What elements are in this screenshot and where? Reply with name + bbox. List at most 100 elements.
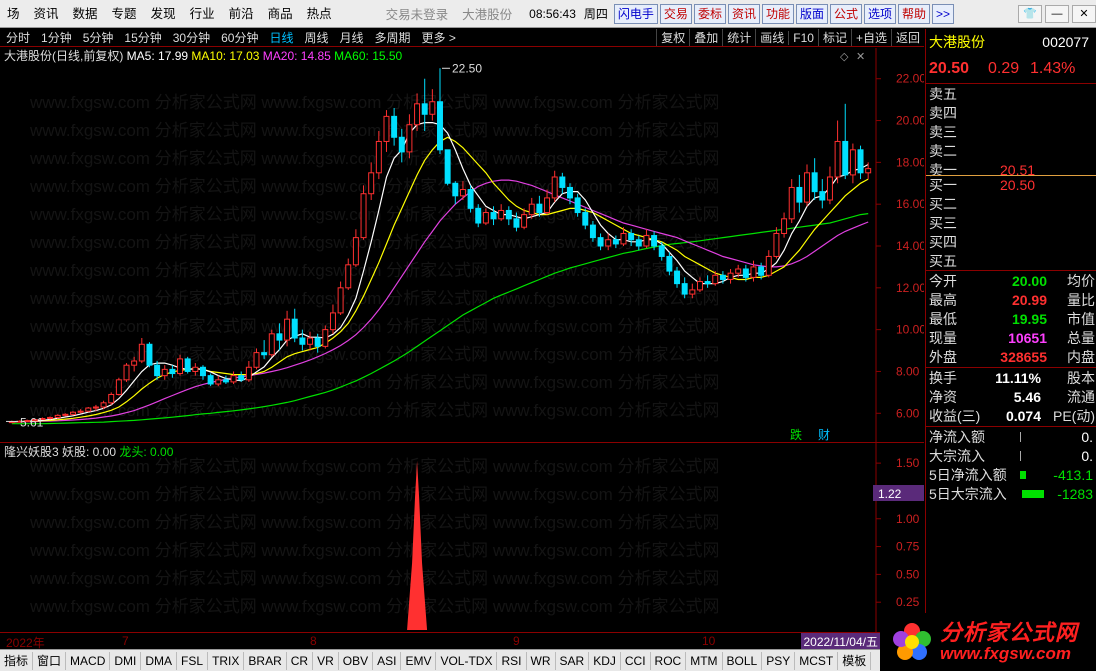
close-chart-icon[interactable]: ✕	[856, 51, 865, 63]
func-button-2[interactable]: 委标	[693, 3, 726, 24]
func-button-6[interactable]: 公式	[830, 3, 863, 24]
indicator-tab-13[interactable]: VOL-TDX	[436, 651, 498, 670]
indicator-tab-1[interactable]: 窗口	[33, 651, 67, 670]
candle-body	[758, 266, 765, 276]
stat2-label: 收益(三)	[929, 408, 981, 424]
indicator-tab-14[interactable]: RSI	[497, 651, 527, 670]
close-icon[interactable]: ✕	[1072, 4, 1096, 23]
period-0[interactable]: 分时	[0, 29, 35, 46]
indicator-tab-6[interactable]: TRIX	[208, 651, 245, 670]
diamond-icon[interactable]: ◇	[840, 51, 849, 63]
tool-button-4[interactable]: F10	[788, 30, 818, 45]
tool-button-5[interactable]: 标记	[817, 29, 851, 46]
indicator-tab-4[interactable]: DMA	[141, 651, 178, 670]
period-toolbar: 分时 1分钟 5分钟 15分钟 30分钟 60分钟 日线 周线 月线 多周期 更多 > 复权 叠加 统计画…	[0, 29, 924, 47]
menu-item-0[interactable]: 场	[0, 0, 27, 28]
sub-chart-header: 隆兴妖股3 妖股: 0.00 龙头: 0.00	[4, 444, 174, 459]
candle-body	[750, 266, 757, 278]
func-button-1[interactable]: 交易	[659, 3, 692, 24]
func-button-4[interactable]: 功能	[761, 3, 794, 24]
tool-button-1[interactable]: 叠加	[689, 29, 722, 46]
menu-item-1[interactable]: 资讯	[27, 0, 66, 28]
period-10[interactable]: 更多 >	[416, 29, 461, 46]
menu-item-3[interactable]: 专题	[105, 0, 144, 28]
stat-value: 19.95	[1011, 311, 1047, 327]
indicator-tab-3[interactable]: DMI	[110, 651, 142, 670]
period-7[interactable]: 周线	[298, 29, 333, 46]
func-button-0[interactable]: 闪电手	[613, 3, 658, 24]
stat-label: 现量	[929, 330, 957, 346]
indicator-tab-24[interactable]: 模板	[838, 651, 872, 670]
indicator-tab-20[interactable]: MTM	[686, 651, 723, 670]
indicator-tab-21[interactable]: BOLL	[723, 651, 763, 670]
period-6[interactable]: 日线	[263, 29, 298, 46]
indicator-tab-11[interactable]: ASI	[373, 651, 402, 670]
tool-button-3[interactable]: 画线	[755, 29, 788, 46]
minimize-icon[interactable]: —	[1045, 4, 1069, 23]
period-5[interactable]: 60分钟	[215, 29, 263, 46]
indicator-tab-16[interactable]: SAR	[556, 651, 590, 670]
tool-button-0[interactable]: 复权	[656, 29, 689, 46]
indicator-tab-18[interactable]: CCI	[621, 651, 651, 670]
indicator-tab-7[interactable]: BRAR	[244, 651, 287, 670]
indicator-tab-17[interactable]: KDJ	[589, 651, 621, 670]
indicator-tab-22[interactable]: PSY	[762, 651, 796, 670]
stat-value: 20.00	[1011, 273, 1047, 289]
menu-item-8[interactable]: 热点	[300, 0, 339, 28]
indicator-tab-8[interactable]: CR	[287, 651, 314, 670]
die-marker: 跌	[790, 427, 802, 442]
indicator-tab-0[interactable]: 指标	[0, 651, 34, 670]
shirt-icon[interactable]: 👕	[1018, 4, 1042, 23]
indicator-tab-5[interactable]: FSL	[177, 651, 209, 670]
func-button-7[interactable]: 选项	[864, 3, 897, 24]
watermark-text: www.fxgsw.com 分析家公式网 www.fxgsw.com 分析家公式…	[29, 93, 720, 112]
stat-row-4: 外盘 328655 内盘	[926, 348, 1096, 367]
flow-value: -1283	[1057, 486, 1093, 502]
menu-item-4[interactable]: 发现	[144, 0, 183, 28]
menu-item-7[interactable]: 商品	[261, 0, 300, 28]
candle-body	[505, 209, 512, 220]
candle-body	[727, 272, 734, 280]
high-marker: 22.50	[452, 61, 482, 75]
stat2-row-1: 净资 5.46 流通	[926, 388, 1096, 407]
period-8[interactable]: 月线	[334, 29, 369, 46]
indicator-tab-10[interactable]: OBV	[339, 651, 374, 670]
indicator-tab-19[interactable]: ROC	[651, 651, 687, 670]
candle-body	[414, 103, 421, 126]
indicator-tab-9[interactable]: VR	[313, 651, 339, 670]
indicator-tab-12[interactable]: EMV	[401, 651, 437, 670]
candle-body	[521, 214, 528, 228]
sub-y-tick-label: 0.75	[896, 540, 920, 554]
period-9[interactable]: 多周期	[369, 29, 416, 46]
func-button-8[interactable]: 帮助	[898, 3, 931, 24]
candle-body	[329, 312, 336, 331]
tool-button-6[interactable]: +自选	[850, 29, 891, 46]
flow-label: 5日大宗流入	[929, 486, 1007, 502]
func-button-9[interactable]: >>	[932, 3, 955, 24]
menu-item-2[interactable]: 数据	[66, 0, 105, 28]
period-4[interactable]: 30分钟	[167, 29, 215, 46]
sell-label: 卖二	[929, 143, 957, 159]
candle-body	[834, 140, 841, 178]
tool-button-7[interactable]: 返回	[890, 29, 924, 46]
candle-body	[291, 318, 298, 339]
candle-body	[123, 364, 130, 381]
candle-body	[62, 413, 69, 416]
func-button-3[interactable]: 资讯	[727, 3, 760, 24]
period-3[interactable]: 15分钟	[118, 29, 166, 46]
indicator-tab-23[interactable]: MCST	[795, 651, 839, 670]
candlestick-chart[interactable]: www.fxgsw.com 分析家公式网 www.fxgsw.com 分析家公式…	[0, 48, 924, 442]
divider	[926, 367, 1096, 368]
time-label-aug: 8	[310, 634, 317, 648]
y-tick-label: 12.00	[896, 281, 924, 295]
menu-item-5[interactable]: 行业	[183, 0, 222, 28]
func-button-5[interactable]: 版面	[795, 3, 828, 24]
period-2[interactable]: 5分钟	[77, 29, 119, 46]
indicator-tab-15[interactable]: WR	[527, 651, 556, 670]
period-1[interactable]: 1分钟	[35, 29, 77, 46]
candle-body	[704, 281, 711, 285]
indicator-tab-2[interactable]: MACD	[66, 651, 111, 670]
indicator-chart[interactable]: www.fxgsw.com 分析家公式网 www.fxgsw.com 分析家公式…	[0, 442, 924, 632]
menu-item-6[interactable]: 前沿	[222, 0, 261, 28]
tool-button-2[interactable]: 统计	[722, 29, 755, 46]
